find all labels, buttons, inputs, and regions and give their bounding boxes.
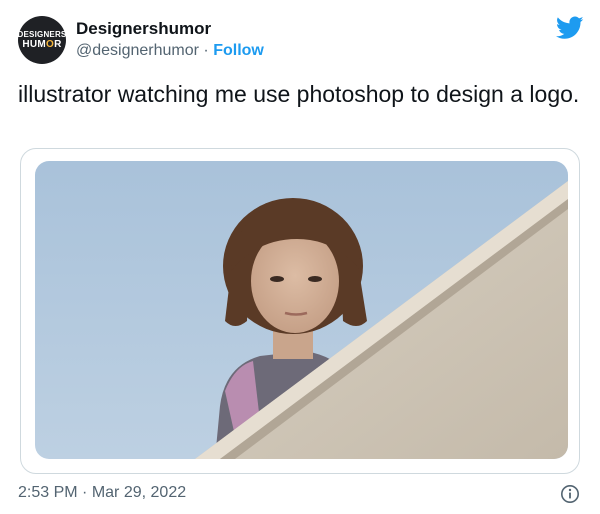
tweet-date: Mar 29, 2022 (91, 484, 187, 501)
tweet-photo[interactable] (35, 161, 568, 459)
tweet-header: DESIGNERS HUMOR Designershumor @designer… (18, 14, 584, 64)
follow-link[interactable]: Follow (213, 42, 264, 59)
tweet-card: DESIGNERS HUMOR Designershumor @designer… (0, 0, 600, 514)
photo-illustration (35, 161, 568, 459)
twitter-bird-icon[interactable] (556, 16, 584, 40)
account-names: Designershumor @designerhumor · Follow (76, 18, 264, 62)
timestamp-separator: · (82, 484, 88, 501)
timestamp[interactable]: 2:53 PM · Mar 29, 2022 (18, 484, 186, 502)
tweet-time: 2:53 PM (18, 484, 78, 501)
tweet-text: illustrator watching me use photoshop to… (18, 81, 580, 107)
avatar-line-1: DESIGNERS (17, 30, 67, 39)
display-name[interactable]: Designershumor (76, 18, 264, 40)
handle-separator: · (203, 42, 209, 59)
info-icon[interactable] (560, 484, 580, 504)
media-card[interactable] (20, 148, 580, 474)
handle[interactable]: @designerhumor (76, 42, 199, 59)
avatar[interactable]: DESIGNERS HUMOR (18, 16, 66, 64)
avatar-line-2: HUMOR (22, 39, 62, 50)
handle-line: @designerhumor · Follow (76, 40, 264, 62)
